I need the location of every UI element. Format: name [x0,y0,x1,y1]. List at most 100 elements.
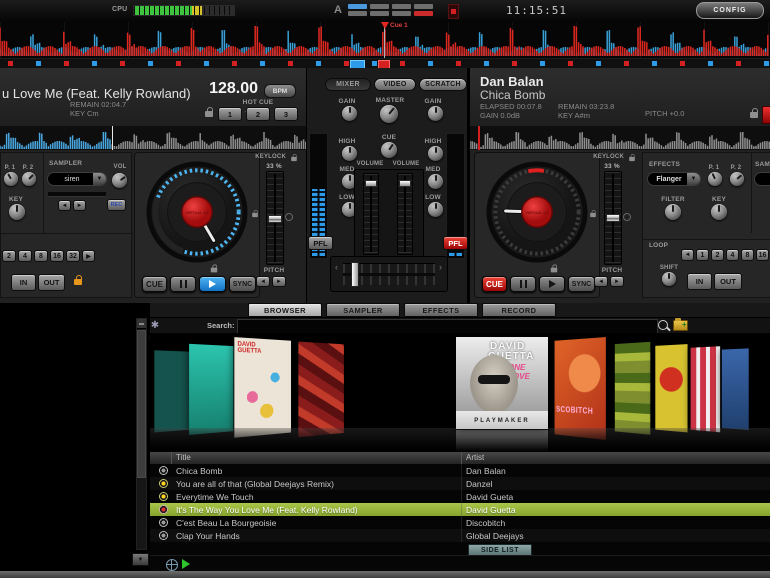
loop-length-button[interactable]: 4 [726,249,739,261]
cue-button[interactable]: CUE [482,276,507,292]
lock-icon[interactable] [550,264,558,273]
loop-out-button[interactable]: OUT [38,274,65,291]
jog-wheel-left[interactable]: VIRTUAL DJ [146,161,248,263]
master-knob[interactable] [380,105,398,123]
loop-length-button[interactable]: 32 [66,250,80,262]
tab-scratch[interactable]: SCRATCH [419,78,467,91]
monitor-cell[interactable] [392,11,411,16]
lock-icon[interactable] [210,264,218,273]
high-right-knob[interactable] [428,146,443,161]
automix-play-icon[interactable] [182,559,190,569]
table-row[interactable]: C'est Beau La Bourgeoisie Discobitch [150,516,770,529]
shift-knob[interactable] [662,272,676,286]
chevron-down-icon[interactable]: ▼ [92,173,106,185]
chevron-down-icon[interactable]: ▼ [686,173,700,185]
album-cover[interactable]: SCOBITCH [554,337,606,440]
pitch-bend-minus[interactable]: ◄ [256,276,270,287]
album-cover[interactable] [655,344,688,433]
album-cover[interactable] [298,341,344,438]
pitch-slider-left[interactable] [266,171,284,265]
pitch-bend-plus[interactable]: ► [610,276,624,287]
table-row[interactable]: Chica Bomb Dan Balan [150,464,770,477]
pitch-bend-plus[interactable]: ► [272,276,286,287]
cue-knob[interactable] [381,142,397,158]
fx-p2-knob[interactable] [730,172,744,186]
pitch-bend-minus[interactable]: ◄ [594,276,608,287]
tab-video[interactable]: VIDEO [374,78,416,91]
sampler-rec-button[interactable]: REC [107,199,126,211]
pfl-right-button[interactable]: PFL [443,236,468,250]
netsearch-globe-icon[interactable] [166,559,178,571]
sampler-vol-knob[interactable] [112,173,127,188]
pause-button[interactable] [510,276,536,292]
hot-cue-button[interactable]: 2 [246,107,270,121]
scrollbar-up-button[interactable] [137,319,146,329]
record-indicator[interactable] [448,4,459,19]
loop-length-button[interactable]: 4 [18,250,32,262]
monitor-cell[interactable] [392,4,411,9]
tab-record[interactable]: RECORD [482,303,556,317]
play-button[interactable] [199,276,226,292]
loop-length-button[interactable]: 16 [50,250,64,262]
table-row[interactable]: Everytime We Touch David Gueta [150,490,770,503]
fx-p1-knob[interactable] [4,172,18,186]
monitor-cell[interactable] [414,4,433,9]
filter-folder-icon[interactable]: ✱ [149,320,161,332]
album-cover[interactable] [189,343,234,435]
sidebar-scrollbar[interactable] [136,318,147,550]
loop-in-button[interactable]: IN [687,273,712,290]
table-row[interactable]: Clap Your Hands Global Deejays [150,529,770,542]
column-title[interactable]: Title [176,453,191,462]
pitch-zero-button[interactable] [285,213,293,221]
lock-icon[interactable] [205,107,213,117]
sync-button[interactable]: SYNC [568,276,595,292]
loop-length-button[interactable]: 1 [696,249,709,261]
volume-fader-left[interactable] [363,173,379,255]
tab-browser[interactable]: BROWSER [248,303,322,317]
loop-forward-button[interactable]: ▶ [82,250,95,262]
scrollbar-thumb[interactable] [137,330,146,478]
hot-cue-button[interactable]: 3 [274,107,298,121]
bpm-pill[interactable]: BPM [264,84,296,98]
low-right-knob[interactable] [428,202,443,217]
lock-icon[interactable] [252,210,258,218]
keylock-icon[interactable] [291,154,297,162]
deck-right-waveform[interactable] [468,126,770,151]
album-coverflow[interactable]: DAVID GUETTA DAVID GUETTA ONE LOVE PLAYM… [150,333,770,452]
search-options-icon[interactable] [658,320,668,330]
table-row[interactable]: You are all of that (Global Deejays Remi… [150,477,770,490]
cue-button[interactable]: CUE [142,276,167,292]
loop-length-button[interactable]: 8 [741,249,754,261]
monitor-cell[interactable] [414,11,433,16]
effect-select[interactable]: Flanger ▼ [647,172,701,186]
config-button[interactable]: CONFIG [696,2,764,19]
lock-icon[interactable] [750,108,758,118]
monitor-cell[interactable] [348,4,367,9]
loop-length-button[interactable]: 16 [756,249,769,261]
high-left-knob[interactable] [342,146,357,161]
album-cover[interactable]: DAVID GUETTA [234,337,292,438]
loop-length-button[interactable]: 2 [2,250,16,262]
keylock-icon[interactable] [629,154,635,162]
column-artist[interactable]: Artist [466,453,484,462]
loop-out-button[interactable]: OUT [714,273,742,290]
hot-cue-button[interactable] [762,106,770,124]
med-right-knob[interactable] [428,174,443,189]
key-knob[interactable] [711,204,727,220]
sync-button[interactable]: SYNC [229,276,256,292]
pitch-slider-right[interactable] [604,171,622,265]
album-cover[interactable] [614,341,651,435]
hot-cue-button[interactable]: 1 [218,107,242,121]
monitor-cell[interactable] [370,4,389,9]
sidebar-dropdown-button[interactable]: ▼ [132,553,149,566]
fx-p2-knob[interactable] [22,172,36,186]
play-button[interactable] [539,276,565,292]
crossfader-handle[interactable] [351,262,359,287]
tab-mixer[interactable]: MIXER [325,78,371,91]
tab-effects[interactable]: EFFECTS [404,303,478,317]
loop-length-button[interactable]: 8 [34,250,48,262]
deck-left-waveform[interactable] [0,126,306,151]
search-input[interactable] [237,319,658,334]
tab-sampler[interactable]: SAMPLER [326,303,400,317]
sampler-prev-button[interactable]: ◄ [58,200,71,211]
